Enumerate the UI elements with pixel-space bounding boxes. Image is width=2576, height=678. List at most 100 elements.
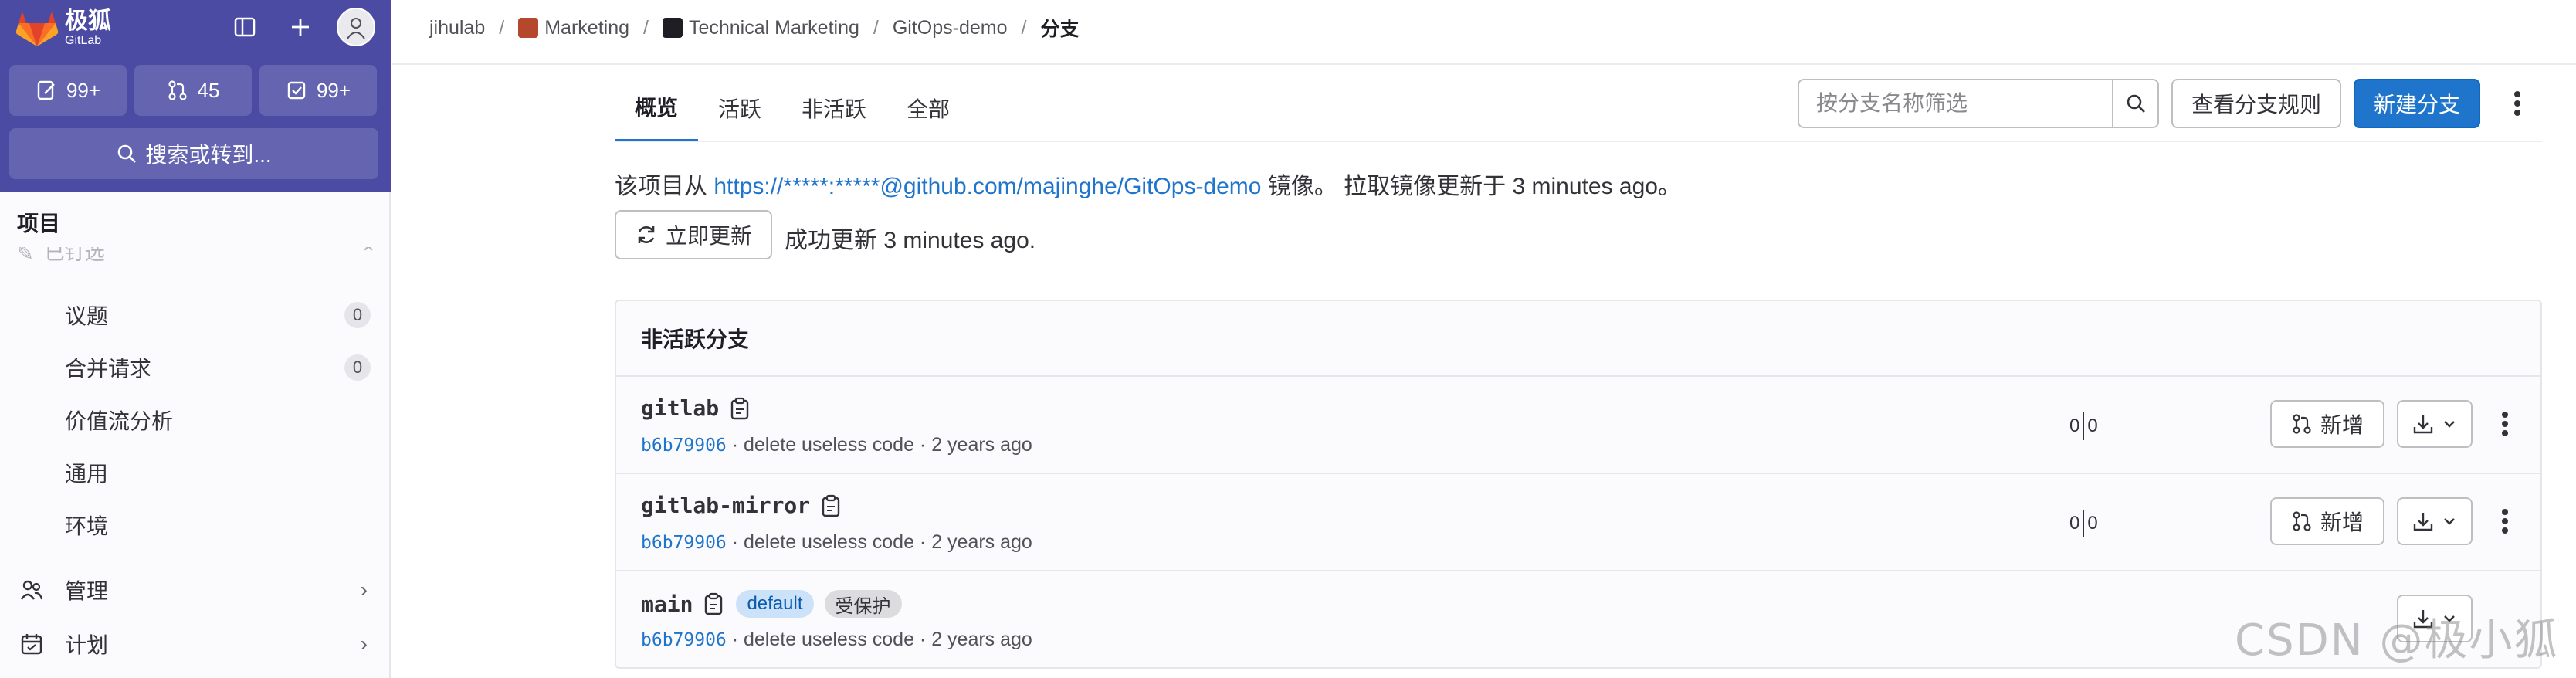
- issues-counter-button[interactable]: 99+: [9, 65, 127, 116]
- search-icon: [118, 144, 137, 163]
- branch-tabs: 概览 活跃 非活跃 全部: [615, 74, 970, 142]
- sidebar-pinned-header[interactable]: ✎ 已钉选 ⌃: [17, 247, 377, 266]
- issues-icon: [37, 80, 55, 100]
- sidebar-section-title: 项目: [17, 212, 61, 236]
- sidebar-group-label: 计划: [65, 633, 109, 657]
- branch-name-link[interactable]: gitlab-mirror: [641, 493, 810, 518]
- chevron-right-icon: ›: [360, 632, 368, 656]
- tabs-divider: [615, 141, 2542, 142]
- tanuki-logo-icon: [15, 12, 59, 46]
- breadcrumb-separator: /: [499, 16, 505, 39]
- mirror-info: 该项目从 https://*****:*****@github.com/maji…: [615, 167, 1681, 201]
- new-merge-request-button[interactable]: 新增: [2270, 497, 2384, 545]
- branch-row: gitlab-mirror b6b79906 · delete useless …: [616, 474, 2540, 571]
- mirror-prefix: 该项目从: [615, 174, 707, 199]
- commit-message: · delete useless code · 2 years ago: [726, 531, 1032, 553]
- breadcrumb-item-group[interactable]: jihulab: [429, 17, 485, 39]
- commit-sha-link[interactable]: b6b79906: [641, 533, 727, 553]
- merge-requests-counter-button[interactable]: 45: [134, 65, 252, 116]
- sidebar-item-value-stream[interactable]: 价值流分析: [0, 394, 391, 446]
- merge-request-icon: [2293, 414, 2311, 434]
- search-icon: [2127, 94, 2145, 113]
- gitlab-logo[interactable]: 极狐 GitLab: [15, 9, 111, 48]
- sidebar-item-count: 0: [344, 302, 371, 328]
- copy-icon[interactable]: [821, 494, 842, 517]
- merge-request-icon: [168, 80, 187, 100]
- breadcrumb-separator: /: [873, 16, 879, 39]
- issues-count: 99+: [66, 78, 101, 102]
- commit-info: b6b79906 · delete useless code · 2 years…: [641, 629, 1032, 651]
- logo-en-text: GitLab: [65, 34, 102, 47]
- breadcrumb-item-current[interactable]: 分支: [1040, 14, 1079, 42]
- commit-message: · delete useless code · 2 years ago: [726, 629, 1032, 650]
- header-divider: [392, 63, 2576, 65]
- download-dropdown[interactable]: [2397, 497, 2473, 545]
- download-icon: [2413, 415, 2433, 434]
- protected-badge: 受保护: [824, 590, 902, 618]
- sidebar-item-merge-requests[interactable]: 合并请求 0: [0, 341, 391, 394]
- sidebar-item-label: 环境: [65, 514, 109, 538]
- tab-stale[interactable]: 非活跃: [781, 74, 886, 142]
- update-now-button[interactable]: 立即更新: [615, 210, 772, 259]
- copy-icon[interactable]: [730, 397, 751, 420]
- sidebar-item-issues[interactable]: 议题 0: [0, 289, 391, 341]
- branch-actions-icon[interactable]: [2490, 400, 2520, 448]
- tab-overview[interactable]: 概览: [615, 74, 699, 142]
- branch-actions-icon[interactable]: [2490, 497, 2520, 545]
- breadcrumb-label: Marketing: [544, 16, 629, 39]
- commit-message: · delete useless code · 2 years ago: [726, 434, 1032, 456]
- breadcrumb-item-subgroup[interactable]: Marketing: [518, 17, 629, 39]
- filter-search-button[interactable]: [2112, 80, 2157, 127]
- divergence-graph: 0 0: [2069, 510, 2098, 537]
- new-branch-button[interactable]: 新建分支: [2354, 79, 2480, 128]
- search-button-label: 搜索或转到...: [145, 143, 272, 167]
- sidebar-item-general[interactable]: 通用: [0, 446, 391, 499]
- todo-counter-button[interactable]: 99+: [259, 65, 377, 116]
- sidebar-toggle-icon[interactable]: [225, 8, 264, 46]
- sidebar-item-label: 议题: [65, 304, 109, 328]
- commit-sha-link[interactable]: b6b79906: [641, 436, 727, 456]
- group-avatar: [662, 18, 683, 38]
- tab-all[interactable]: 全部: [886, 74, 970, 142]
- more-actions-icon[interactable]: [2502, 79, 2533, 128]
- breadcrumb-item-subgroup[interactable]: Technical Marketing: [662, 17, 859, 39]
- sidebar-group-plan[interactable]: 计划 ›: [0, 618, 391, 670]
- sidebar-group-manage[interactable]: 管理 ›: [0, 564, 391, 616]
- watermark: CSDN @极小狐: [2235, 615, 2559, 666]
- mirror-suffix: 镜像。 拉取镜像更新于 3 minutes ago。: [1267, 174, 1681, 199]
- breadcrumb-item-project[interactable]: GitOps-demo: [893, 17, 1008, 39]
- branch-name-link[interactable]: gitlab: [641, 395, 719, 421]
- update-now-label: 立即更新: [665, 224, 752, 248]
- ahead-count: 0: [2087, 513, 2098, 534]
- update-status-text: 成功更新 3 minutes ago.: [785, 228, 1036, 253]
- branch-filter: [1798, 79, 2159, 128]
- search-button[interactable]: 搜索或转到...: [9, 128, 378, 179]
- branch-rules-button[interactable]: 查看分支规则: [2171, 79, 2341, 128]
- todo-count: 99+: [316, 78, 351, 102]
- sidebar-item-label: 合并请求: [65, 357, 152, 381]
- new-merge-request-button[interactable]: 新增: [2270, 400, 2384, 448]
- sidebar-item-label: 价值流分析: [65, 409, 174, 433]
- users-icon: [20, 578, 45, 602]
- todo-icon: [287, 81, 306, 100]
- chevron-up-icon: ⌃: [360, 247, 377, 265]
- pin-icon: ✎: [17, 247, 34, 265]
- breadcrumb-separator: /: [1021, 16, 1027, 39]
- behind-count: 0: [2069, 513, 2080, 534]
- divergence-graph: 0 0: [2069, 412, 2098, 440]
- sidebar-group-label: 管理: [65, 579, 109, 603]
- download-dropdown[interactable]: [2397, 400, 2473, 448]
- ahead-count: 0: [2087, 415, 2098, 436]
- sidebar-item-environments[interactable]: 环境: [0, 499, 391, 551]
- plus-icon[interactable]: [281, 8, 320, 46]
- commit-info: b6b79906 · delete useless code · 2 years…: [641, 434, 1032, 456]
- branch-name-link[interactable]: main: [641, 592, 693, 617]
- card-title: 非活跃分支: [616, 301, 2540, 377]
- commit-sha-link[interactable]: b6b79906: [641, 630, 727, 650]
- copy-icon[interactable]: [703, 592, 725, 615]
- tab-active[interactable]: 活跃: [698, 74, 781, 142]
- branch-filter-input[interactable]: [1799, 80, 2112, 127]
- download-icon: [2413, 513, 2433, 531]
- mirror-url-link[interactable]: https://*****:*****@github.com/majinghe/…: [713, 174, 1261, 199]
- user-avatar[interactable]: [337, 8, 375, 46]
